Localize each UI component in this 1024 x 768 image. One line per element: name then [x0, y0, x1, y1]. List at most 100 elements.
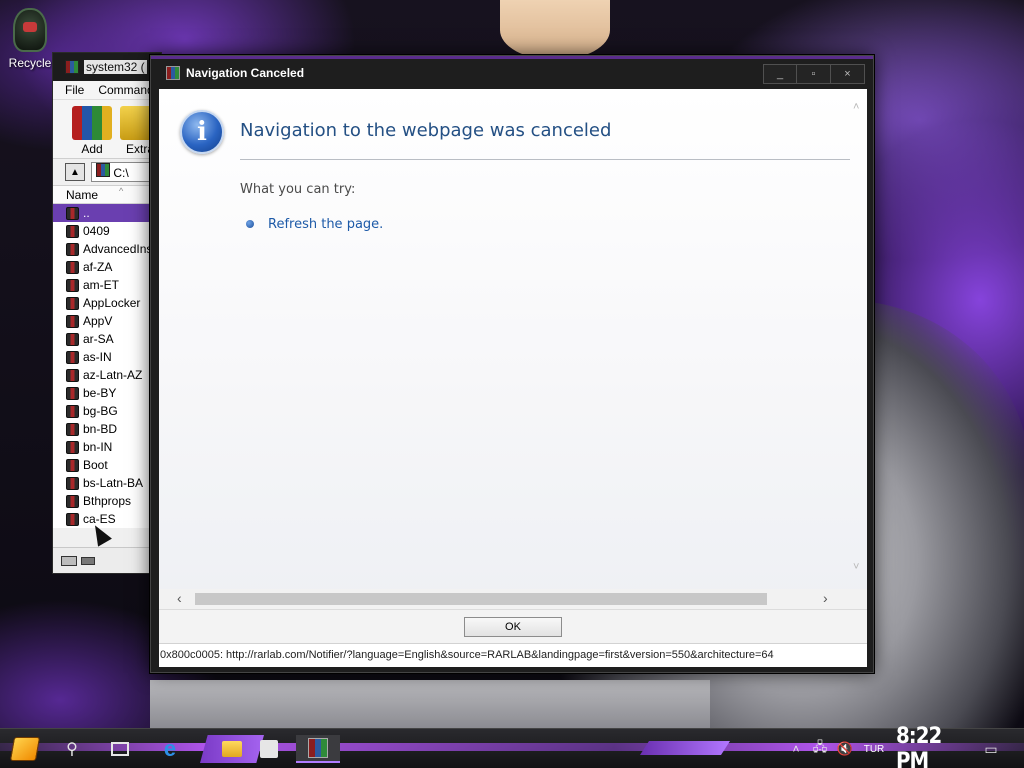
clock[interactable]: 8:22 PM: [896, 724, 964, 768]
column-header-name[interactable]: Name: [53, 182, 161, 204]
path-value: C:\: [113, 166, 129, 180]
file-name: be-BY: [83, 386, 117, 400]
folder-icon: [66, 494, 79, 508]
action-center-button[interactable]: ▭: [980, 735, 1002, 763]
page-title: Navigation to the webpage was canceled: [240, 120, 612, 141]
ok-button[interactable]: OK: [464, 617, 562, 637]
file-row[interactable]: 0409: [53, 222, 161, 240]
divider: [240, 159, 850, 160]
file-name: bg-BG: [83, 404, 118, 418]
navigation-canceled-dialog[interactable]: Navigation Canceled _ ▫ × i Navigation t…: [150, 55, 874, 673]
file-name: 0409: [83, 224, 110, 238]
file-row[interactable]: ..: [53, 204, 161, 222]
file-row[interactable]: as-IN: [53, 348, 161, 366]
add-button[interactable]: Add: [71, 106, 113, 158]
file-row[interactable]: az-Latn-AZ: [53, 366, 161, 384]
folder-icon: [66, 404, 79, 418]
winrar-menubar: File Command: [53, 81, 161, 100]
file-row[interactable]: bg-BG: [53, 402, 161, 420]
file-row[interactable]: am-ET: [53, 276, 161, 294]
file-name: ar-SA: [83, 332, 114, 346]
maximize-button[interactable]: ▫: [797, 64, 831, 84]
path-drive-icon: [96, 163, 110, 177]
recycle-bin-desktop-icon[interactable]: Recycle: [4, 8, 56, 70]
dialog-footer: OK: [159, 609, 867, 643]
file-name: bn-IN: [83, 440, 113, 454]
start-logo-icon: [9, 737, 41, 761]
search-button[interactable]: ⚲: [58, 735, 86, 763]
file-row[interactable]: bn-BD: [53, 420, 161, 438]
file-row[interactable]: ar-SA: [53, 330, 161, 348]
add-archive-icon: [72, 106, 112, 140]
refresh-page-link[interactable]: Refresh the page.: [268, 217, 383, 232]
winrar-taskbar-button[interactable]: [296, 735, 340, 763]
folder-icon: [66, 260, 79, 274]
horizontal-scrollbar[interactable]: ‹ ›: [159, 589, 867, 609]
winrar-toolbar: Add Extra: [53, 100, 161, 158]
taskbar: ⚲ e ˄ 🖧 🔇 TUR 8:22 PM ▭: [0, 724, 1024, 768]
up-folder-button[interactable]: ▲: [65, 163, 85, 181]
file-row[interactable]: af-ZA: [53, 258, 161, 276]
scroll-left-icon[interactable]: ‹: [177, 590, 182, 606]
scroll-right-icon[interactable]: ›: [823, 590, 828, 606]
folder-icon: [66, 458, 79, 472]
file-row[interactable]: AppV: [53, 312, 161, 330]
vertical-scrollbar[interactable]: ˄ ˅: [849, 89, 867, 589]
winrar-icon: [166, 65, 180, 80]
file-name: bn-BD: [83, 422, 118, 436]
file-row[interactable]: Bthprops: [53, 492, 161, 510]
menu-commands[interactable]: Command: [98, 83, 153, 97]
network-icon: 🖧: [812, 739, 828, 754]
recycle-bin-icon: [13, 8, 47, 52]
winrar-pathbar: ▲ C:\: [53, 158, 161, 186]
file-name: af-ZA: [83, 260, 113, 274]
winrar-icon: [308, 738, 328, 758]
folder-icon: [66, 242, 79, 256]
what-you-can-try-label: What you can try:: [240, 182, 356, 197]
taskbar-decoration: [640, 741, 730, 755]
file-row[interactable]: be-BY: [53, 384, 161, 402]
key-icon[interactable]: [81, 556, 95, 565]
folder-icon: [66, 278, 79, 292]
file-row[interactable]: AppLocker: [53, 294, 161, 312]
chevron-up-icon: ˄: [792, 742, 800, 756]
scroll-up-icon[interactable]: ˄: [853, 101, 859, 113]
folder-icon: [66, 512, 79, 526]
scroll-down-icon[interactable]: ˅: [853, 561, 859, 573]
file-name: AppLocker: [83, 296, 141, 310]
file-name: am-ET: [83, 278, 119, 292]
dialog-status-bar: 0x800c0005: http://rarlab.com/Notifier/?…: [159, 643, 867, 667]
network-tray-button[interactable]: 🖧: [810, 735, 830, 763]
up-arrow-icon: ▲: [70, 166, 80, 178]
file-row[interactable]: bn-IN: [53, 438, 161, 456]
start-button[interactable]: [8, 735, 42, 763]
store-button[interactable]: [254, 735, 284, 763]
folder-icon: [66, 332, 79, 346]
show-hidden-icons-button[interactable]: ˄: [788, 735, 804, 763]
winrar-statusbar: [53, 547, 161, 573]
minimize-button[interactable]: _: [763, 64, 797, 84]
menu-file[interactable]: File: [65, 83, 84, 97]
task-view-icon: [111, 742, 129, 756]
close-button[interactable]: ×: [831, 64, 865, 84]
winrar-titlebar[interactable]: system32 (: [53, 53, 161, 81]
wallpaper-figure-hair: [500, 0, 610, 60]
search-icon: ⚲: [66, 741, 78, 758]
task-view-button[interactable]: [104, 735, 136, 763]
file-row[interactable]: Boot: [53, 456, 161, 474]
drive-icon[interactable]: [61, 555, 77, 566]
folder-icon: [66, 206, 79, 220]
input-language-button[interactable]: TUR: [862, 735, 886, 763]
dialog-titlebar[interactable]: Navigation Canceled _ ▫ ×: [151, 56, 873, 86]
volume-muted-icon: 🔇: [836, 741, 854, 756]
winrar-icon: [65, 60, 79, 74]
file-row[interactable]: AdvancedInst: [53, 240, 161, 258]
file-row[interactable]: ca-ES: [53, 510, 161, 528]
winrar-window[interactable]: system32 ( File Command Add Extra ▲ C:\ …: [52, 52, 162, 574]
file-row[interactable]: bs-Latn-BA: [53, 474, 161, 492]
volume-tray-button[interactable]: 🔇: [835, 735, 855, 763]
folder-icon: [66, 422, 79, 436]
edge-button[interactable]: e: [154, 735, 186, 763]
folder-icon: [66, 224, 79, 238]
horizontal-scroll-thumb[interactable]: [195, 593, 767, 605]
